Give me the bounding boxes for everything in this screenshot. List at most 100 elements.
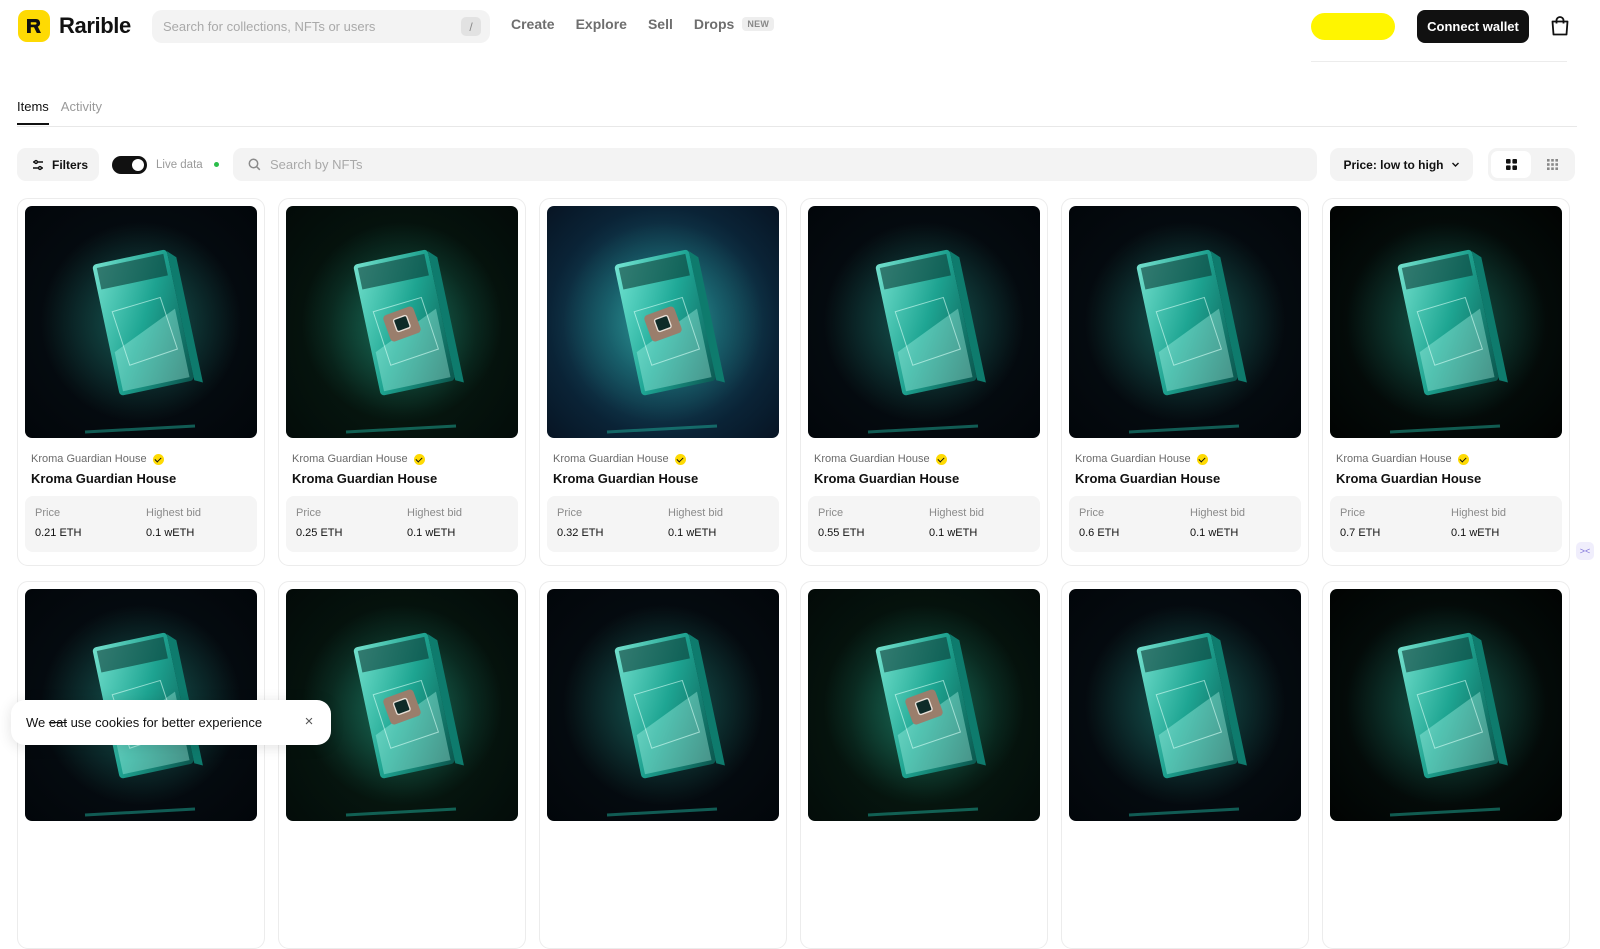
price-box: Price Highest bid 0.25 ETH 0.1 wETH — [286, 496, 518, 552]
nav-sell[interactable]: Sell — [648, 16, 673, 32]
nft-image[interactable] — [547, 206, 779, 438]
bid-label: Highest bid — [146, 507, 202, 519]
nav-explore[interactable]: Explore — [576, 16, 627, 32]
filters-button[interactable]: Filters — [17, 148, 99, 181]
collection-name[interactable]: Kroma Guardian House — [814, 453, 947, 465]
tab-items[interactable]: Items — [17, 99, 49, 125]
price-label: Price — [1079, 507, 1105, 519]
connect-wallet-button[interactable]: Connect wallet — [1417, 10, 1529, 43]
large-grid-view-button[interactable] — [1491, 151, 1531, 178]
verified-icon — [1196, 453, 1208, 465]
nft-card[interactable]: Kroma Guardian House Kroma Guardian Hous… — [17, 198, 265, 566]
price-box: Price Highest bid 0.6 ETH 0.1 wETH — [1069, 496, 1301, 552]
price-value: 0.32 ETH — [557, 527, 604, 539]
price-box: Price Highest bid 0.32 ETH 0.1 wETH — [547, 496, 779, 552]
nft-title[interactable]: Kroma Guardian House — [1336, 471, 1481, 486]
nft-image[interactable] — [1069, 206, 1301, 438]
bid-value: 0.1 wETH — [407, 527, 456, 539]
new-badge: NEW — [742, 17, 775, 31]
nft-title[interactable]: Kroma Guardian House — [1075, 471, 1220, 486]
nft-artwork-icon — [302, 222, 502, 434]
nft-image[interactable] — [808, 589, 1040, 821]
nft-artwork-icon — [1085, 222, 1285, 434]
collection-name[interactable]: Kroma Guardian House — [1336, 453, 1469, 465]
rarible-logo[interactable]: Rarible — [18, 10, 131, 42]
nft-artwork-icon — [1085, 605, 1285, 817]
collection-name[interactable]: Kroma Guardian House — [31, 453, 164, 465]
nft-image[interactable] — [808, 206, 1040, 438]
nft-card[interactable] — [800, 581, 1048, 949]
global-search-input[interactable] — [163, 19, 453, 34]
price-value: 0.21 ETH — [35, 527, 82, 539]
small-grid-view-button[interactable] — [1532, 151, 1572, 178]
bid-value: 0.1 wETH — [668, 527, 717, 539]
tab-activity[interactable]: Activity — [61, 99, 102, 125]
nft-search-box[interactable] — [233, 148, 1317, 181]
logo-mark-icon — [18, 10, 50, 42]
price-label: Price — [557, 507, 583, 519]
cookie-struck-word: eat — [48, 715, 67, 730]
price-box: Price Highest bid 0.7 ETH 0.1 wETH — [1330, 496, 1562, 552]
shopping-bag-icon[interactable] — [1548, 14, 1572, 38]
cookie-text: We eat use cookies for better experience — [26, 715, 262, 730]
collection-name[interactable]: Kroma Guardian House — [553, 453, 686, 465]
bid-label: Highest bid — [1451, 507, 1507, 519]
nft-search-input[interactable] — [270, 157, 1170, 172]
nav-drops[interactable]: Drops — [694, 16, 734, 32]
sliders-icon — [33, 159, 43, 170]
price-label: Price — [296, 507, 322, 519]
nft-image[interactable] — [1330, 206, 1562, 438]
collection-label: Kroma Guardian House — [31, 453, 147, 465]
price-value: 0.7 ETH — [1340, 527, 1381, 539]
grid-large-icon — [1505, 159, 1517, 170]
nft-card[interactable]: Kroma Guardian House Kroma Guardian Hous… — [1322, 198, 1570, 566]
nft-title[interactable]: Kroma Guardian House — [292, 471, 437, 486]
nft-artwork-icon — [563, 605, 763, 817]
nft-artwork-icon — [824, 605, 1024, 817]
verified-icon — [935, 453, 947, 465]
nft-image[interactable] — [25, 206, 257, 438]
close-icon[interactable]: × — [301, 714, 317, 730]
nft-image[interactable] — [1069, 589, 1301, 821]
nft-card[interactable]: Kroma Guardian House Kroma Guardian Hous… — [800, 198, 1048, 566]
cookie-banner: We eat use cookies for better experience… — [11, 700, 331, 745]
price-box: Price Highest bid 0.55 ETH 0.1 wETH — [808, 496, 1040, 552]
collection-label: Kroma Guardian House — [1336, 453, 1452, 465]
grid-small-icon — [1546, 159, 1558, 170]
nft-card[interactable] — [17, 581, 265, 949]
nft-card[interactable]: Kroma Guardian House Kroma Guardian Hous… — [539, 198, 787, 566]
global-search-box[interactable]: / — [152, 10, 490, 43]
nav-create[interactable]: Create — [511, 16, 555, 32]
bid-label: Highest bid — [407, 507, 463, 519]
nft-title[interactable]: Kroma Guardian House — [31, 471, 176, 486]
nft-card[interactable] — [1061, 581, 1309, 949]
nft-grid: Kroma Guardian House Kroma Guardian Hous… — [17, 198, 1570, 949]
main-nav: Create Explore Sell Drops NEW — [511, 16, 775, 32]
price-box: Price Highest bid 0.21 ETH 0.1 wETH — [25, 496, 257, 552]
nft-artwork-icon — [41, 222, 241, 434]
top-header: Rarible / Create Explore Sell Drops NEW … — [0, 0, 1600, 52]
nft-image[interactable] — [1330, 589, 1562, 821]
view-mode-toggle — [1488, 148, 1575, 181]
toggle-knob — [132, 159, 144, 171]
nft-card[interactable] — [539, 581, 787, 949]
side-widget-icon[interactable]: >< — [1576, 542, 1594, 560]
cookie-text-before: We — [26, 715, 49, 730]
cookie-text-after: use cookies for better experience — [66, 715, 263, 730]
nft-image[interactable] — [547, 589, 779, 821]
promo-pill[interactable] — [1311, 13, 1395, 40]
nft-image[interactable] — [286, 206, 518, 438]
collection-name[interactable]: Kroma Guardian House — [1075, 453, 1208, 465]
nft-title[interactable]: Kroma Guardian House — [814, 471, 959, 486]
price-value: 0.6 ETH — [1079, 527, 1120, 539]
collection-name[interactable]: Kroma Guardian House — [292, 453, 425, 465]
nft-card[interactable]: Kroma Guardian House Kroma Guardian Hous… — [1061, 198, 1309, 566]
live-data-toggle[interactable] — [112, 156, 147, 174]
live-data-label: Live data — [156, 159, 203, 171]
sort-dropdown[interactable]: Price: low to high — [1330, 148, 1473, 181]
nft-card[interactable]: Kroma Guardian House Kroma Guardian Hous… — [278, 198, 526, 566]
nft-card[interactable] — [1322, 581, 1570, 949]
nft-card[interactable] — [278, 581, 526, 949]
filters-label: Filters — [52, 157, 89, 172]
nft-title[interactable]: Kroma Guardian House — [553, 471, 698, 486]
